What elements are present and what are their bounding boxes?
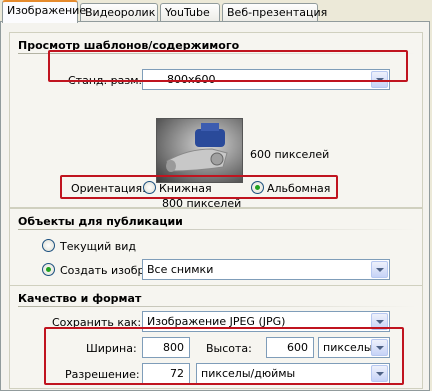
tab-label: YouTube [165,6,210,19]
current-view-label: Текущий вид [60,240,137,253]
tab-video[interactable]: Видеоролик [80,3,158,22]
width-input[interactable]: 800 [142,337,190,358]
resolution-label: Разрешение: [65,368,140,381]
tab-panel: Просмотр шаблонов/содержимого Станд. раз… [0,21,430,391]
chevron-down-icon [371,313,388,330]
quality-group-title: Качество и формат [18,292,418,307]
width-label: Ширина: [86,342,137,355]
chevron-down-icon [371,261,388,278]
landscape-radio[interactable] [251,181,264,194]
publish-group-title: Объекты для публикации [18,215,416,230]
template-preview-image [156,118,243,183]
scope-value: Все снимки [147,263,214,276]
quality-group: Качество и формат Сохранить как: Изображ… [9,285,423,389]
scope-select[interactable]: Все снимки [142,259,390,280]
units-value: пикселы [323,341,373,354]
save-as-value: Изображение JPEG (JPG) [147,315,286,328]
engine-icon [166,123,228,172]
create-images-label: Создать изобра [60,264,152,277]
portrait-radio[interactable] [143,181,156,194]
resolution-units-select[interactable]: пикселы/дюймы [196,363,390,384]
standard-size-label: Станд. разм.: [68,74,146,87]
chevron-down-icon [371,365,388,382]
tab-label: Видеоролик [85,6,156,19]
resolution-input[interactable]: 72 [142,363,190,384]
save-as-label: Сохранить как: [52,316,142,329]
units-select[interactable]: пикселы [318,337,390,358]
tab-web-presentation[interactable]: Веб-презентация [222,3,327,22]
standard-size-value: 800x600 [167,73,216,86]
current-view-radio[interactable] [42,239,55,252]
orientation-label: Ориентация: [71,182,146,195]
tab-youtube[interactable]: YouTube [160,3,220,22]
preview-height-text: 600 пикселей [250,148,330,161]
tab-label: Веб-презентация [227,6,328,19]
tab-bar: Изображение Видеоролик YouTube Веб-презе… [0,0,432,23]
preview-group-title: Просмотр шаблонов/содержимого [18,39,417,54]
height-input[interactable]: 600 [266,337,314,358]
save-as-select[interactable]: Изображение JPEG (JPG) [142,311,390,332]
create-images-radio[interactable] [42,263,55,276]
tab-label: Изображение [7,4,87,17]
resolution-units-value: пикселы/дюймы [201,367,296,380]
height-label: Высота: [206,342,252,355]
chevron-down-icon [371,71,388,88]
landscape-label: Альбомная [267,182,331,195]
tab-image[interactable]: Изображение [2,0,86,23]
standard-size-select[interactable]: 800x600 [142,69,390,90]
chevron-down-icon [371,339,388,356]
portrait-label: Книжная [159,182,212,195]
